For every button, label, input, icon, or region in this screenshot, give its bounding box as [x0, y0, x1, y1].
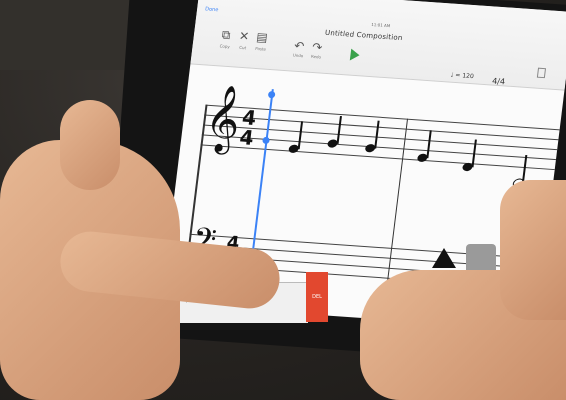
status-time: 11:01 AM	[371, 21, 391, 29]
note-stem	[336, 115, 342, 144]
copy-label: Copy	[219, 43, 231, 50]
cursor-top-handle[interactable]	[267, 90, 276, 99]
redo-icon[interactable]: ↷	[310, 40, 324, 55]
right-fingers	[500, 180, 566, 320]
cut-icon[interactable]: ✕	[237, 29, 251, 44]
composition-title: Untitled Composition	[324, 28, 403, 43]
paste-label: Paste	[254, 45, 267, 52]
settings-icon[interactable]	[536, 67, 547, 79]
time-signature: 4 4	[238, 105, 257, 150]
note-stem	[297, 121, 303, 150]
quarter-note[interactable]	[416, 152, 429, 164]
left-fingers	[60, 100, 120, 190]
quarter-note[interactable]	[364, 142, 377, 154]
done-link[interactable]: Done	[205, 6, 219, 13]
quarter-note[interactable]	[287, 143, 300, 155]
photo-scene: Done 11:01 AM Untitled Composition ⧉ Cop…	[0, 0, 566, 400]
tempo-indicator[interactable]: ♩ = 120	[450, 72, 474, 81]
note-stem	[374, 120, 380, 149]
delete-button[interactable]: DEL	[306, 272, 328, 322]
play-icon[interactable]	[349, 48, 361, 62]
paste-icon[interactable]: ▤	[255, 30, 269, 45]
cursor-handle[interactable]	[262, 136, 270, 145]
redo-label: Redo	[310, 53, 322, 60]
time-signature-bottom: 4	[238, 125, 256, 150]
measure-barline	[386, 118, 409, 288]
quarter-note[interactable]	[461, 161, 474, 173]
note-stem	[426, 130, 432, 159]
quarter-note[interactable]	[326, 138, 339, 149]
undo-icon[interactable]: ↶	[292, 39, 306, 54]
copy-icon[interactable]: ⧉	[219, 27, 233, 43]
cut-label: Cut	[238, 44, 247, 51]
arrow-up-icon[interactable]	[432, 248, 456, 268]
treble-staff-line	[200, 144, 560, 171]
undo-label: Undo	[292, 52, 304, 59]
